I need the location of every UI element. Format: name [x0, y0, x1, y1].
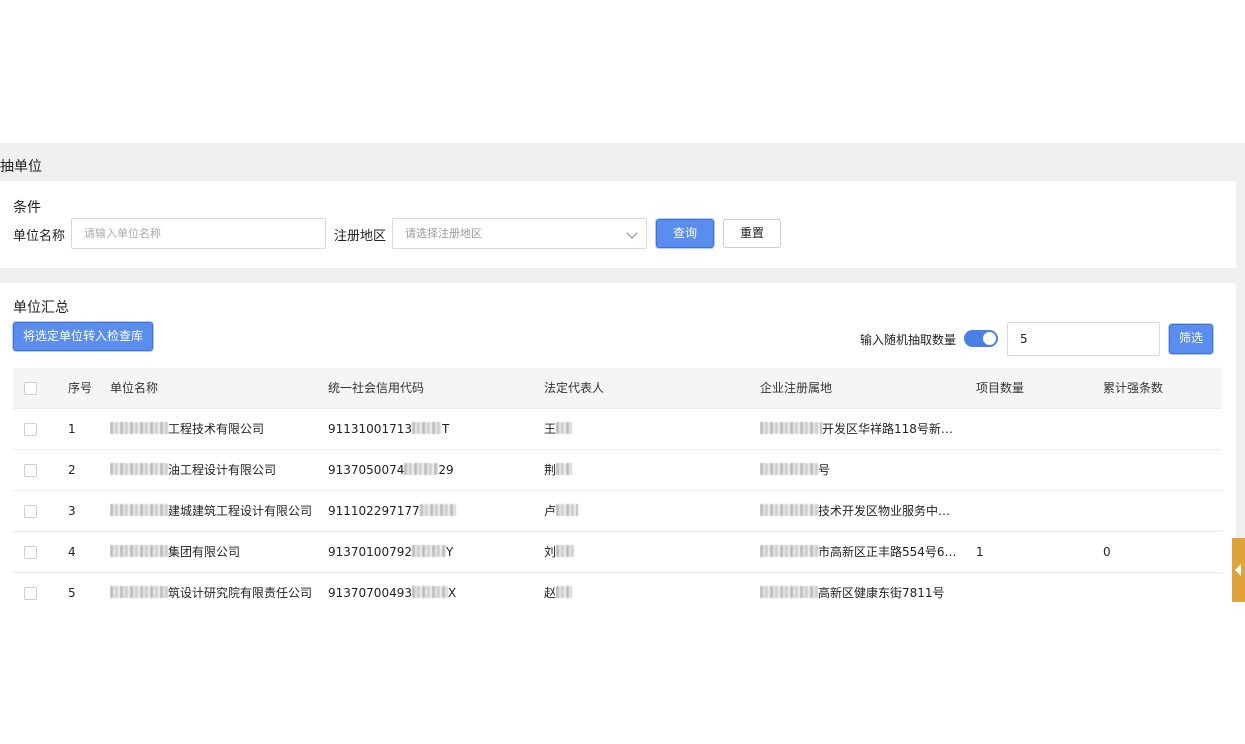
header-legal-rep: 法定代表人: [544, 381, 605, 395]
row-checkbox[interactable]: [24, 587, 37, 600]
table-header: 序号 单位名称 统一社会信用代码 法定代表人 企业注册属地 项目数量 累计强条数: [13, 368, 1222, 409]
row-credit-code: 91131001713 T: [328, 422, 450, 436]
unit-table: 序号 单位名称 统一社会信用代码 法定代表人 企业注册属地 项目数量 累计强条数…: [13, 368, 1222, 602]
row-violation-count: [1103, 409, 1213, 449]
redacted-blur: [760, 504, 818, 516]
row-unit-name: 工程技术有限公司: [110, 409, 320, 449]
transfer-to-inspection-button[interactable]: 将选定单位转入检查库: [13, 322, 153, 351]
redacted-blur: [419, 504, 456, 516]
row-credit-code: 9137050074 29: [328, 463, 454, 477]
row-project-count: [976, 450, 1086, 490]
summary-title: 单位汇总: [13, 300, 69, 316]
header-unit-name: 单位名称: [110, 381, 159, 395]
row-registered-place: 号: [760, 450, 960, 490]
row-credit-code: 911102297177: [328, 491, 533, 531]
table-row[interactable]: 4 集团有限公司 91370100792 Y 刘 市高新区正丰路554号6… 1 …: [13, 532, 1222, 573]
conditions-panel: 条件 单位名称 注册地区 请选择注册地区 查询 重置: [0, 181, 1236, 268]
row-checkbox[interactable]: [24, 464, 37, 477]
redacted-blur: [110, 586, 168, 598]
side-drawer-tab[interactable]: [1232, 538, 1245, 602]
row-legal-rep: 王: [544, 409, 744, 449]
row-project-count: [976, 491, 1086, 531]
row-unit-name: 集团有限公司: [110, 532, 320, 572]
redacted-blur: [110, 545, 168, 557]
row-credit-code: 91370100792 Y: [328, 545, 454, 559]
table-row[interactable]: 1 工程技术有限公司 91131001713 T 王 开发区华祥路118号新…: [13, 409, 1222, 450]
header-registered-place: 企业注册属地: [760, 381, 833, 395]
redacted-blur: [760, 463, 818, 475]
redacted-blur: [760, 545, 818, 557]
row-violation-count: [1103, 491, 1213, 531]
row-legal-rep: 赵: [544, 573, 744, 602]
row-legal-rep: 卢: [544, 491, 744, 531]
row-checkbox[interactable]: [24, 546, 37, 559]
table-row[interactable]: 5 筑设计研究院有限责任公司 91370700493 X 赵 高新区健康东街781…: [13, 573, 1222, 602]
row-registered-place: 技术开发区物业服务中…: [760, 491, 960, 531]
row-unit-name: 筑设计研究院有限责任公司: [110, 573, 320, 602]
row-violation-count: [1103, 450, 1213, 490]
row-project-count: [976, 409, 1086, 449]
redacted-blur: [556, 586, 573, 598]
random-count-input[interactable]: [1007, 322, 1160, 356]
table-row[interactable]: 3 建城建筑工程设计有限公司 911102297177 卢 技术开发区物业服务中…: [13, 491, 1222, 532]
redacted-blur: [110, 504, 168, 516]
unit-name-label: 单位名称: [13, 229, 66, 244]
redacted-blur: [556, 422, 573, 434]
redacted-blur: [556, 545, 575, 557]
row-project-count: [976, 573, 1086, 602]
page-title: 抽单位: [0, 159, 42, 175]
header-index: 序号: [68, 381, 93, 395]
redacted-blur: [411, 545, 446, 557]
redacted-blur: [411, 586, 448, 598]
toggle-knob: [983, 332, 996, 345]
row-violation-count: 0: [1103, 545, 1111, 559]
row-unit-name: 油工程设计有限公司: [110, 450, 320, 490]
caret-left-icon: [1235, 564, 1241, 576]
header-violation-count: 累计强条数: [1103, 381, 1164, 395]
row-legal-rep: 荆: [544, 450, 744, 490]
redacted-blur: [556, 463, 573, 475]
chevron-down-icon: [626, 227, 638, 239]
filter-button[interactable]: 筛选: [1169, 324, 1213, 354]
row-registered-place: 高新区健康东街7811号: [760, 573, 960, 602]
query-button[interactable]: 查询: [656, 219, 714, 248]
region-select[interactable]: 请选择注册地区: [392, 218, 647, 249]
row-index: 4: [68, 545, 76, 559]
redacted-blur: [556, 504, 579, 516]
region-label: 注册地区: [334, 229, 387, 244]
row-index: 5: [68, 586, 76, 600]
region-placeholder: 请选择注册地区: [405, 227, 482, 240]
row-legal-rep: 刘: [544, 532, 744, 572]
redacted-blur: [760, 586, 818, 598]
redacted-blur: [110, 463, 168, 475]
row-credit-code: 91370700493 X: [328, 586, 457, 600]
random-count-label: 输入随机抽取数量: [860, 333, 957, 347]
row-project-count: 1: [976, 545, 984, 559]
header-project-count: 项目数量: [976, 381, 1025, 395]
select-all-checkbox[interactable]: [24, 382, 37, 395]
row-registered-place: 开发区华祥路118号新…: [760, 409, 960, 449]
header-credit-code: 统一社会信用代码: [328, 381, 425, 395]
row-index: 2: [68, 463, 76, 477]
row-index: 1: [68, 422, 76, 436]
summary-panel: 单位汇总 将选定单位转入检查库 输入随机抽取数量 筛选 序号 单位名称 统一社会…: [0, 283, 1236, 602]
conditions-title: 条件: [13, 200, 41, 216]
row-checkbox[interactable]: [24, 423, 37, 436]
row-checkbox[interactable]: [24, 505, 37, 518]
redacted-blur: [760, 422, 822, 434]
random-toggle[interactable]: [964, 330, 998, 347]
redacted-blur: [110, 422, 168, 434]
row-registered-place: 市高新区正丰路554号6…: [760, 532, 960, 572]
row-unit-name: 建城建筑工程设计有限公司: [110, 491, 320, 531]
table-row[interactable]: 2 油工程设计有限公司 9137050074 29 荆 号: [13, 450, 1222, 491]
row-violation-count: [1103, 573, 1213, 602]
row-index: 3: [68, 504, 76, 518]
reset-button[interactable]: 重置: [723, 219, 781, 248]
redacted-blur: [411, 422, 442, 434]
redacted-blur: [404, 463, 439, 475]
unit-name-input[interactable]: [71, 218, 326, 249]
